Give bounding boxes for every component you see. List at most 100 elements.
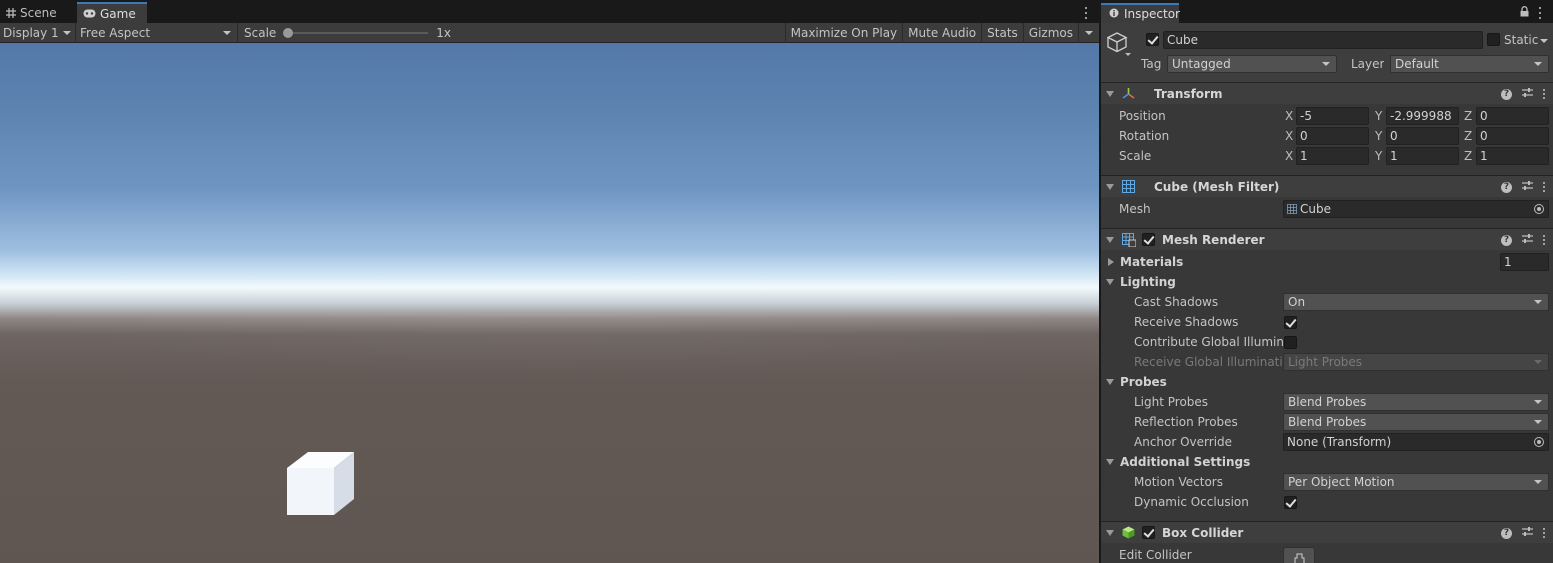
position-z-field[interactable]: 0 (1476, 107, 1549, 125)
chevron-down-icon (1534, 360, 1542, 364)
toolbar-right-group: Maximize On Play Mute Audio Stats Gizmos (784, 22, 1099, 43)
box-collider-header[interactable]: Box Collider ? (1101, 521, 1553, 543)
box-collider-enabled-checkbox[interactable] (1142, 526, 1155, 539)
lock-icon[interactable] (1520, 6, 1529, 20)
scale-row: Scale X 1 Y 1 Z 1 (1101, 146, 1553, 166)
foldout-arrow-icon[interactable] (1108, 258, 1114, 266)
additional-settings-foldout[interactable]: Additional Settings (1101, 452, 1553, 472)
name-field-value: Cube (1167, 33, 1198, 47)
component-menu-icon[interactable] (1543, 89, 1545, 99)
game-viewport[interactable] (0, 43, 1099, 563)
tab-game[interactable]: Game (77, 2, 147, 23)
mesh-renderer-enabled-checkbox[interactable] (1142, 233, 1155, 246)
object-picker-icon[interactable] (1534, 437, 1544, 447)
mesh-object-field[interactable]: Cube (1283, 200, 1549, 218)
reflection-probes-dropdown[interactable]: Blend Probes (1283, 413, 1549, 431)
maximize-on-play-toggle[interactable]: Maximize On Play (784, 22, 903, 43)
scale-control: Scale 1x (238, 23, 451, 43)
axis-y-label: Y (1375, 149, 1383, 163)
foldout-arrow-icon[interactable] (1106, 236, 1114, 243)
help-icon[interactable]: ? (1501, 88, 1512, 100)
motion-vectors-dropdown[interactable]: Per Object Motion (1283, 473, 1549, 491)
edit-bounds-icon (1293, 552, 1306, 563)
foldout-arrow-icon[interactable] (1106, 379, 1114, 385)
foldout-arrow-icon[interactable] (1106, 183, 1114, 190)
chevron-down-icon (1322, 62, 1330, 66)
display-select[interactable]: Display 1 (0, 22, 76, 43)
materials-count-field[interactable]: 1 (1500, 253, 1549, 271)
chevron-down-icon (1534, 420, 1542, 424)
foldout-arrow-icon[interactable] (1106, 90, 1114, 97)
active-checkbox[interactable] (1146, 33, 1159, 46)
cube-object (287, 452, 354, 515)
tab-scene[interactable]: Scene (0, 3, 76, 23)
preset-icon[interactable] (1522, 87, 1533, 101)
mesh-row: Mesh Cube (1101, 199, 1553, 219)
mesh-grid-icon (1122, 180, 1135, 193)
kebab-menu-icon[interactable] (1081, 6, 1091, 20)
rotation-x-field[interactable]: 0 (1296, 127, 1369, 145)
gamepad-icon (83, 9, 96, 18)
preset-icon[interactable] (1522, 233, 1533, 247)
chevron-down-icon[interactable] (1540, 39, 1548, 43)
static-checkbox[interactable] (1487, 33, 1500, 46)
axis-z-label: Z (1464, 109, 1473, 123)
mute-audio-toggle[interactable]: Mute Audio (902, 22, 981, 43)
help-icon[interactable]: ? (1501, 527, 1512, 539)
preset-icon[interactable] (1522, 180, 1533, 194)
mesh-filter-header[interactable]: Cube (Mesh Filter) ? (1101, 175, 1553, 197)
foldout-arrow-icon[interactable] (1106, 529, 1114, 536)
light-probes-dropdown[interactable]: Blend Probes (1283, 393, 1549, 411)
position-x-field[interactable]: -5 (1296, 107, 1369, 125)
scale-y-value: 1 (1390, 149, 1398, 163)
tab-inspector[interactable]: Inspector (1101, 3, 1180, 23)
scale-x-field[interactable]: 1 (1296, 147, 1369, 165)
probes-foldout[interactable]: Probes (1101, 372, 1553, 392)
reflection-probes-label: Reflection Probes (1134, 415, 1238, 429)
maximize-on-play-label: Maximize On Play (790, 25, 898, 40)
contribute-gi-checkbox[interactable] (1284, 335, 1297, 349)
scale-slider-thumb[interactable] (283, 27, 294, 38)
scale-slider[interactable] (283, 27, 429, 38)
component-menu-icon[interactable] (1543, 182, 1545, 192)
light-probes-label: Light Probes (1134, 395, 1209, 409)
chevron-down-icon (63, 30, 71, 35)
kebab-menu-icon[interactable] (1535, 6, 1545, 20)
name-field[interactable]: Cube (1163, 31, 1483, 49)
gizmos-toggle[interactable]: Gizmos (1022, 22, 1078, 43)
preset-icon[interactable] (1522, 526, 1533, 540)
edit-collider-button[interactable] (1283, 547, 1315, 563)
tab-game-label: Game (100, 6, 136, 21)
foldout-arrow-icon[interactable] (1106, 279, 1114, 285)
foldout-arrow-icon[interactable] (1106, 459, 1114, 465)
reflection-probes-value: Blend Probes (1288, 415, 1367, 429)
dynamic-occlusion-checkbox[interactable] (1284, 495, 1297, 509)
rotation-y-value: 0 (1390, 129, 1398, 143)
scale-z-field[interactable]: 1 (1476, 147, 1549, 165)
position-y-field[interactable]: -2.999988 (1386, 107, 1459, 125)
tag-dropdown[interactable]: Untagged (1167, 55, 1337, 73)
layer-dropdown[interactable]: Default (1390, 55, 1549, 73)
component-menu-icon[interactable] (1543, 235, 1545, 245)
gameobject-icon[interactable] (1106, 32, 1131, 61)
mesh-renderer-header[interactable]: Mesh Renderer ? (1101, 228, 1553, 250)
object-picker-icon[interactable] (1534, 204, 1544, 214)
lighting-foldout[interactable]: Lighting (1101, 272, 1553, 292)
scale-y-field[interactable]: 1 (1386, 147, 1459, 165)
component-menu-icon[interactable] (1543, 528, 1545, 538)
aspect-select[interactable]: Free Aspect (76, 22, 238, 43)
help-icon[interactable]: ? (1501, 181, 1512, 193)
receive-gi-label: Receive Global Illuminatior (1134, 355, 1283, 369)
materials-row[interactable]: Materials 1 (1101, 252, 1553, 272)
gizmos-dropdown[interactable] (1078, 22, 1099, 43)
rotation-y-field[interactable]: 0 (1386, 127, 1459, 145)
transform-header[interactable]: Transform ? (1101, 82, 1553, 104)
stats-toggle[interactable]: Stats (981, 22, 1023, 43)
rotation-z-field[interactable]: 0 (1476, 127, 1549, 145)
help-icon[interactable]: ? (1501, 234, 1512, 246)
gizmos-label: Gizmos (1028, 25, 1073, 40)
anchor-override-field[interactable]: None (Transform) (1283, 433, 1549, 451)
cast-shadows-dropdown[interactable]: On (1283, 293, 1549, 311)
layer-label: Layer (1351, 57, 1385, 71)
receive-shadows-checkbox[interactable] (1284, 315, 1297, 329)
